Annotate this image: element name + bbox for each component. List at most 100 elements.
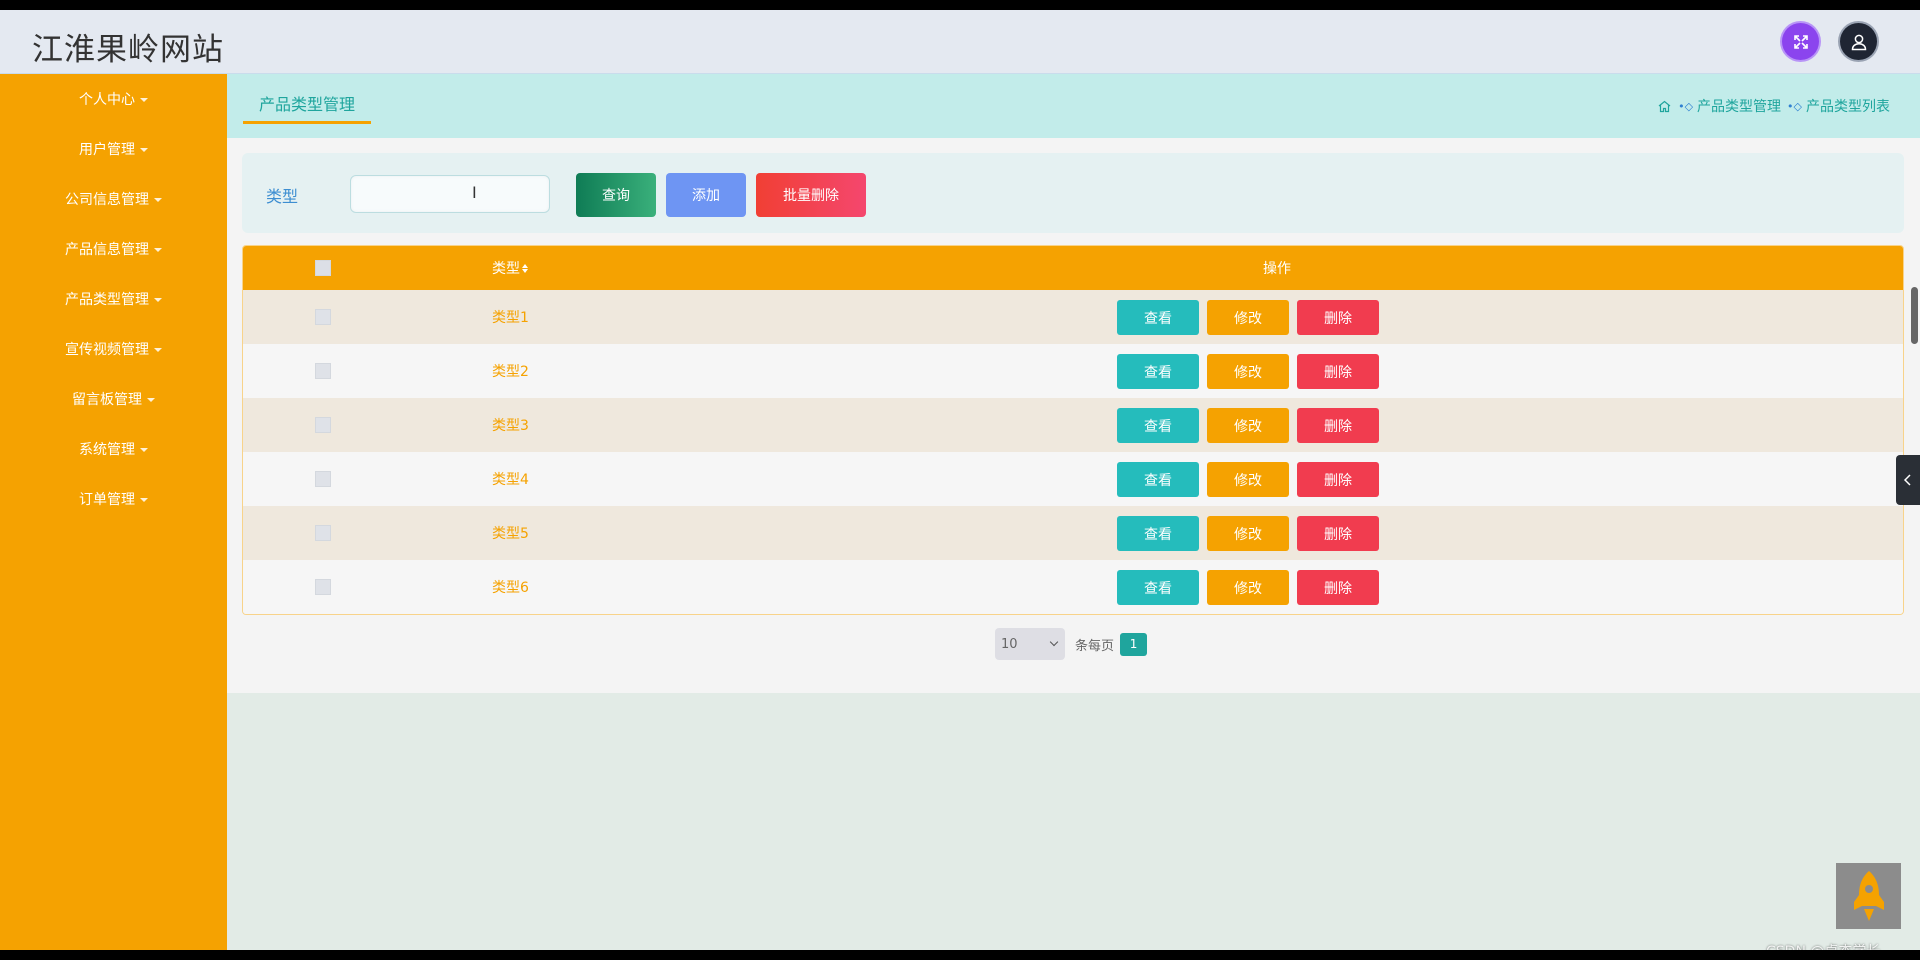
view-button[interactable]: 查看	[1117, 462, 1199, 497]
edit-button[interactable]: 修改	[1207, 516, 1289, 551]
top-header: 江淮果岭网站	[0, 10, 1920, 74]
table-row: 类型6 查看 修改 删除	[243, 560, 1903, 614]
page-number-button[interactable]: 1	[1120, 632, 1148, 656]
sidebar-item-company-info[interactable]: 公司信息管理	[0, 179, 227, 219]
column-header-operation: 操作	[1263, 261, 1291, 277]
page-size-value: 10	[1001, 636, 1018, 652]
edit-button[interactable]: 修改	[1207, 570, 1289, 605]
sidebar-item-orders[interactable]: 订单管理	[0, 479, 227, 519]
sidebar-item-label: 系统管理	[79, 442, 135, 458]
batch-delete-button[interactable]: 批量删除	[756, 173, 866, 217]
sidebar-item-label: 产品信息管理	[65, 242, 149, 258]
table-row: 类型4 查看 修改 删除	[243, 452, 1903, 506]
delete-button[interactable]: 删除	[1297, 570, 1379, 605]
caret-down-icon	[147, 398, 155, 402]
column-header-type-label: 类型	[492, 261, 520, 277]
caret-down-icon	[154, 198, 162, 202]
table-row: 类型2 查看 修改 删除	[243, 344, 1903, 398]
caret-down-icon	[154, 298, 162, 302]
edit-button[interactable]: 修改	[1207, 354, 1289, 389]
sidebar-item-product-info[interactable]: 产品信息管理	[0, 229, 227, 269]
sidebar-item-label: 订单管理	[79, 492, 135, 508]
delete-button[interactable]: 删除	[1297, 354, 1379, 389]
caret-down-icon	[140, 498, 148, 502]
row-checkbox[interactable]	[315, 363, 331, 379]
breadcrumb-item[interactable]: 产品类型管理	[1697, 96, 1781, 116]
tab-bar: 产品类型管理 •◇ 产品类型管理 •◇ 产品类型列表	[227, 74, 1920, 138]
table-row: 类型3 查看 修改 删除	[243, 398, 1903, 452]
cell-type: 类型1	[492, 310, 529, 326]
sidebar: 个人中心 用户管理 公司信息管理 产品信息管理 产品类型管理 宣传视频管理 留言…	[0, 74, 227, 950]
caret-down-icon	[140, 148, 148, 152]
sidebar-item-label: 产品类型管理	[65, 292, 149, 308]
chevron-left-icon	[1903, 474, 1911, 486]
caret-down-icon	[140, 448, 148, 452]
delete-button[interactable]: 删除	[1297, 300, 1379, 335]
chevron-down-icon	[1049, 637, 1059, 647]
home-icon[interactable]	[1657, 99, 1672, 114]
breadcrumb-separator-icon: •◇	[1678, 99, 1694, 113]
breadcrumb-item: 产品类型列表	[1806, 99, 1890, 115]
edit-button[interactable]: 修改	[1207, 300, 1289, 335]
sidebar-item-label: 留言板管理	[72, 392, 142, 408]
add-button[interactable]: 添加	[666, 173, 746, 217]
table-row: 类型5 查看 修改 删除	[243, 506, 1903, 560]
delete-button[interactable]: 删除	[1297, 516, 1379, 551]
query-button[interactable]: 查询	[576, 173, 656, 217]
cell-type: 类型6	[492, 580, 529, 596]
sidebar-item-personal-center[interactable]: 个人中心	[0, 79, 227, 119]
cell-type: 类型3	[492, 418, 529, 434]
row-checkbox[interactable]	[315, 309, 331, 325]
sidebar-item-product-type[interactable]: 产品类型管理	[0, 279, 227, 319]
pagination: 10 条每页 1	[995, 628, 1148, 660]
delete-button[interactable]: 删除	[1297, 408, 1379, 443]
type-search-input[interactable]	[350, 175, 550, 213]
sidebar-item-label: 个人中心	[79, 92, 135, 108]
edit-button[interactable]: 修改	[1207, 462, 1289, 497]
delete-button[interactable]: 删除	[1297, 462, 1379, 497]
user-icon	[1851, 34, 1866, 50]
sidebar-item-label: 用户管理	[79, 142, 135, 158]
view-button[interactable]: 查看	[1117, 516, 1199, 551]
row-checkbox[interactable]	[315, 417, 331, 433]
view-button[interactable]: 查看	[1117, 300, 1199, 335]
rocket-icon	[1853, 871, 1884, 921]
watermark: CSDN @卓杰学长	[1766, 941, 1880, 950]
side-panel-toggle[interactable]	[1896, 455, 1920, 505]
fullscreen-button[interactable]	[1782, 23, 1819, 60]
select-all-checkbox[interactable]	[315, 260, 331, 276]
per-page-label: 条每页	[1075, 638, 1115, 654]
cell-type: 类型5	[492, 526, 529, 542]
view-button[interactable]: 查看	[1117, 570, 1199, 605]
view-button[interactable]: 查看	[1117, 354, 1199, 389]
sidebar-item-label: 公司信息管理	[65, 192, 149, 208]
type-field-label: 类型	[266, 187, 299, 206]
scrollbar-thumb[interactable]	[1911, 287, 1918, 344]
back-to-top-button[interactable]	[1836, 863, 1901, 929]
cell-type: 类型2	[492, 364, 529, 380]
site-title: 江淮果岭网站	[32, 32, 224, 68]
fullscreen-icon	[1793, 34, 1808, 49]
table-row: 类型1 查看 修改 删除	[243, 290, 1903, 344]
view-button[interactable]: 查看	[1117, 408, 1199, 443]
edit-button[interactable]: 修改	[1207, 408, 1289, 443]
user-button[interactable]	[1840, 23, 1877, 60]
sidebar-item-system[interactable]: 系统管理	[0, 429, 227, 469]
page-size-select[interactable]: 10	[995, 628, 1065, 660]
main-area: 产品类型管理 •◇ 产品类型管理 •◇ 产品类型列表 类型 I 查询 添加 批量…	[227, 74, 1920, 950]
caret-down-icon	[140, 98, 148, 102]
breadcrumb: •◇ 产品类型管理 •◇ 产品类型列表	[1657, 96, 1890, 116]
row-checkbox[interactable]	[315, 471, 331, 487]
sidebar-item-promo-video[interactable]: 宣传视频管理	[0, 329, 227, 369]
sort-icon[interactable]	[522, 263, 528, 273]
caret-down-icon	[154, 348, 162, 352]
sidebar-item-message-board[interactable]: 留言板管理	[0, 379, 227, 419]
row-checkbox[interactable]	[315, 579, 331, 595]
tab-product-type-management[interactable]: 产品类型管理	[243, 88, 372, 124]
cell-type: 类型4	[492, 472, 529, 488]
row-checkbox[interactable]	[315, 525, 331, 541]
sidebar-item-label: 宣传视频管理	[65, 342, 149, 358]
column-header-type[interactable]: 类型	[492, 246, 528, 290]
sidebar-item-user-management[interactable]: 用户管理	[0, 129, 227, 169]
data-table: 类型 操作 类型1 查看 修改 删除 类型2 查看 修改 删除 类型3 查看 修…	[242, 245, 1904, 615]
